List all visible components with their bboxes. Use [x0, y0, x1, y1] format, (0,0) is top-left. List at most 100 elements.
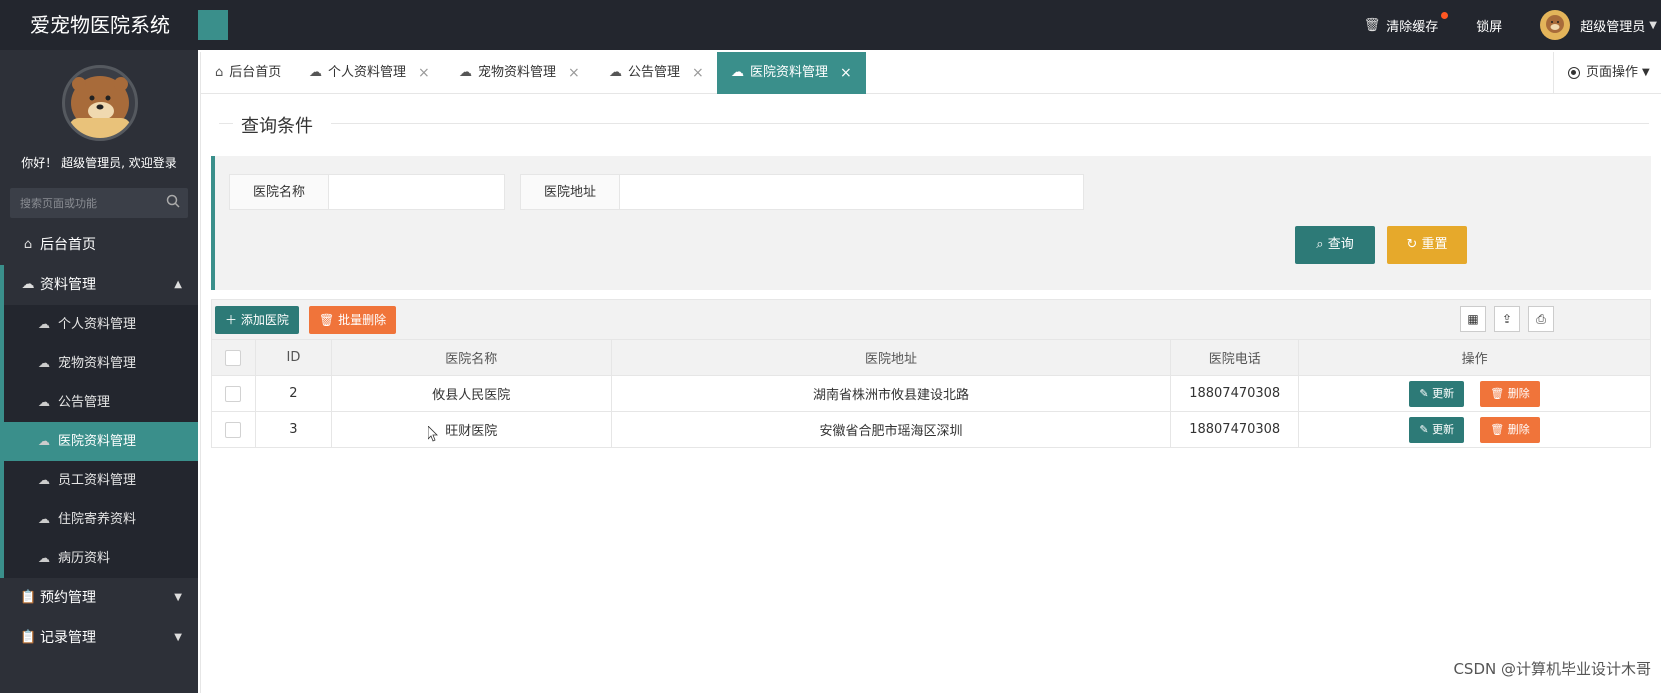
select-all-checkbox[interactable] [225, 349, 242, 366]
search-icon[interactable] [166, 194, 180, 208]
tab-personal-profile[interactable]: ☁ 个人资料管理 × [295, 52, 444, 94]
hospital-name-field: 医院名称 [229, 174, 505, 210]
reset-button-label: 重置 [1421, 237, 1448, 252]
column-header[interactable]: 医院名称 [330, 339, 612, 376]
notification-dot [1441, 11, 1449, 19]
home-icon: ⌂ [23, 237, 33, 252]
columns-filter-icon[interactable]: ▦ [1460, 306, 1486, 332]
user-name: 超级管理员 [1580, 19, 1646, 35]
tab-hospital-profile[interactable]: ☁ 医院资料管理 × [717, 52, 866, 94]
refresh-icon: ↻ [1406, 237, 1418, 252]
chevron-down-icon: ▼ [174, 592, 182, 603]
sidebar-item-label: 公告管理 [58, 395, 111, 410]
sidebar-submenu: ☁ 个人资料管理 ☁ 宠物资料管理 ☁ 公告管理 ☁ 医院资料管理 ☁ 员工资料… [0, 305, 198, 578]
reset-button[interactable]: ↻ 重置 [1387, 226, 1467, 264]
sidebar-item-hospital-profile[interactable]: ☁ 医院资料管理 [0, 422, 198, 461]
clipboard-icon: 📋 [20, 630, 37, 645]
address-cell: 安徽省合肥市瑶海区深圳 [610, 411, 1172, 448]
update-button[interactable]: ✎ 更新 [1409, 416, 1465, 443]
trash-icon: 🗑 [1363, 17, 1381, 33]
bear-avatar-icon [1546, 15, 1565, 33]
select-all-header [211, 339, 256, 376]
export-icon[interactable]: ⇪ [1494, 306, 1520, 332]
close-icon[interactable]: × [840, 52, 852, 94]
sidebar-item-label: 住院寄养资料 [58, 512, 137, 527]
top-right-actions: 🗑 清除缓存 锁屏 超级管理员 ▼ [1364, 0, 1661, 50]
plus-icon: ＋ [225, 313, 238, 327]
sidebar-search [10, 188, 188, 218]
page-operations-menu[interactable]: 页面操作 ▼ [1553, 52, 1661, 94]
batch-delete-button[interactable]: 🗑 批量删除 [309, 306, 397, 334]
sidebar-nav: ⌂ 后台首页 ☁ 资料管理 ▲ ☁ 个人资料管理 ☁ 宠物资料管理 ☁ 公告管理… [0, 225, 198, 658]
actions-cell: ✎ 更新 🗑 删除 [1298, 411, 1651, 448]
sidebar-item-label: 病历资料 [58, 551, 111, 566]
chevron-down-icon: ▼ [174, 632, 182, 643]
sidebar-item-label: 宠物资料管理 [58, 356, 137, 371]
sidebar-item-label: 后台首页 [40, 237, 96, 253]
cloud-icon: ☁ [38, 317, 50, 331]
tab-home[interactable]: ⌂ 后台首页 [201, 52, 295, 94]
close-icon[interactable]: × [568, 52, 580, 94]
hospital-address-input[interactable] [620, 174, 1084, 210]
search-button[interactable]: ⌕ 查询 [1295, 226, 1375, 264]
add-hospital-button[interactable]: ＋ 添加医院 [215, 306, 299, 334]
lock-screen-button[interactable]: 锁屏 [1476, 16, 1502, 35]
sidebar-item-data-management[interactable]: ☁ 资料管理 ▲ [0, 265, 198, 305]
address-cell: 湖南省株洲市攸县建设北路 [610, 375, 1172, 412]
lock-screen-label: 锁屏 [1476, 19, 1503, 35]
user-menu[interactable]: 超级管理员 ▼ [1540, 10, 1661, 40]
sidebar-item-label: 员工资料管理 [58, 473, 137, 488]
hospital-table: ID 医院名称 医院地址 医院电话 操作 2 攸县人民医院 湖南省株洲市攸县建设… [211, 339, 1651, 448]
sidebar-item-announcement[interactable]: ☁ 公告管理 [4, 383, 198, 422]
id-cell: 2 [254, 375, 332, 412]
sidebar-item-home[interactable]: ⌂ 后台首页 [0, 225, 198, 265]
page-operations-label: 页面操作 [1586, 65, 1639, 80]
column-header[interactable]: 医院电话 [1170, 339, 1300, 376]
section-title: 查询条件 [241, 116, 313, 137]
sidebar-item-label: 资料管理 [40, 277, 96, 293]
column-header[interactable]: 医院地址 [610, 339, 1172, 376]
chevron-down-icon: ▼ [1642, 67, 1650, 78]
update-button[interactable]: ✎ 更新 [1409, 380, 1465, 407]
print-icon[interactable]: ⎙ [1528, 306, 1554, 332]
column-header[interactable]: ID [254, 339, 332, 376]
tab-label: 医院资料管理 [750, 65, 829, 80]
tab-label: 公告管理 [628, 65, 681, 80]
sidebar-item-boarding[interactable]: ☁ 住院寄养资料 [4, 500, 198, 539]
id-cell: 3 [254, 411, 332, 448]
add-button-label: 添加医院 [240, 313, 289, 327]
divider [219, 123, 233, 124]
top-bar: 爱宠物医院系统 🗑 清除缓存 锁屏 超级管理员 ▼ [0, 0, 1661, 50]
close-icon[interactable]: × [692, 52, 704, 94]
sidebar-item-staff-profile[interactable]: ☁ 员工资料管理 [4, 461, 198, 500]
sidebar-item-medical-records[interactable]: ☁ 病历资料 [4, 539, 198, 578]
tab-announcement[interactable]: ☁ 公告管理 × [595, 52, 718, 94]
delete-button[interactable]: 🗑 删除 [1480, 416, 1540, 443]
close-icon[interactable]: × [418, 52, 430, 94]
sidebar-item-appointments[interactable]: 📋 预约管理 ▼ [0, 578, 198, 618]
sidebar-item-pet-profile[interactable]: ☁ 宠物资料管理 [4, 344, 198, 383]
sidebar-item-records[interactable]: 📋 记录管理 ▼ [0, 618, 198, 658]
clear-cache-button[interactable]: 🗑 清除缓存 [1363, 11, 1449, 35]
row-checkbox[interactable] [225, 385, 242, 402]
delete-button[interactable]: 🗑 删除 [1480, 380, 1540, 407]
update-label: 更新 [1432, 386, 1455, 400]
table-header-row: ID 医院名称 医院地址 医院电话 操作 [211, 339, 1651, 376]
search-input[interactable] [10, 188, 160, 218]
watermark: CSDN @计算机毕业设计木哥 [1453, 660, 1651, 678]
tab-pet-profile[interactable]: ☁ 宠物资料管理 × [445, 52, 594, 94]
tab-bar: ⌂ 后台首页 ☁ 个人资料管理 × ☁ 宠物资料管理 × ☁ 公告管理 × ☁ … [200, 52, 1661, 94]
main-content: 查询条件 医院名称 医院地址 ⌕ 查询 ↻ 重置 ＋ 添加医院 🗑 批量删除 ▦ [200, 94, 1661, 693]
query-legend: 查询条件 [219, 112, 1649, 142]
cloud-icon: ☁ [38, 434, 50, 448]
table-toolbar: ＋ 添加医院 🗑 批量删除 ▦ ⇪ ⎙ [211, 299, 1651, 339]
row-checkbox[interactable] [225, 421, 242, 438]
sidebar-toggle-button[interactable] [198, 10, 228, 40]
hospital-name-input[interactable] [329, 174, 505, 210]
trash-icon: 🗑 [1490, 386, 1505, 400]
edit-icon: ✎ [1419, 386, 1429, 400]
sidebar-item-personal-profile[interactable]: ☁ 个人资料管理 [4, 305, 198, 344]
cloud-icon: ☁ [38, 551, 50, 565]
hospital-address-field: 医院地址 [520, 174, 1084, 210]
divider [331, 123, 1649, 124]
